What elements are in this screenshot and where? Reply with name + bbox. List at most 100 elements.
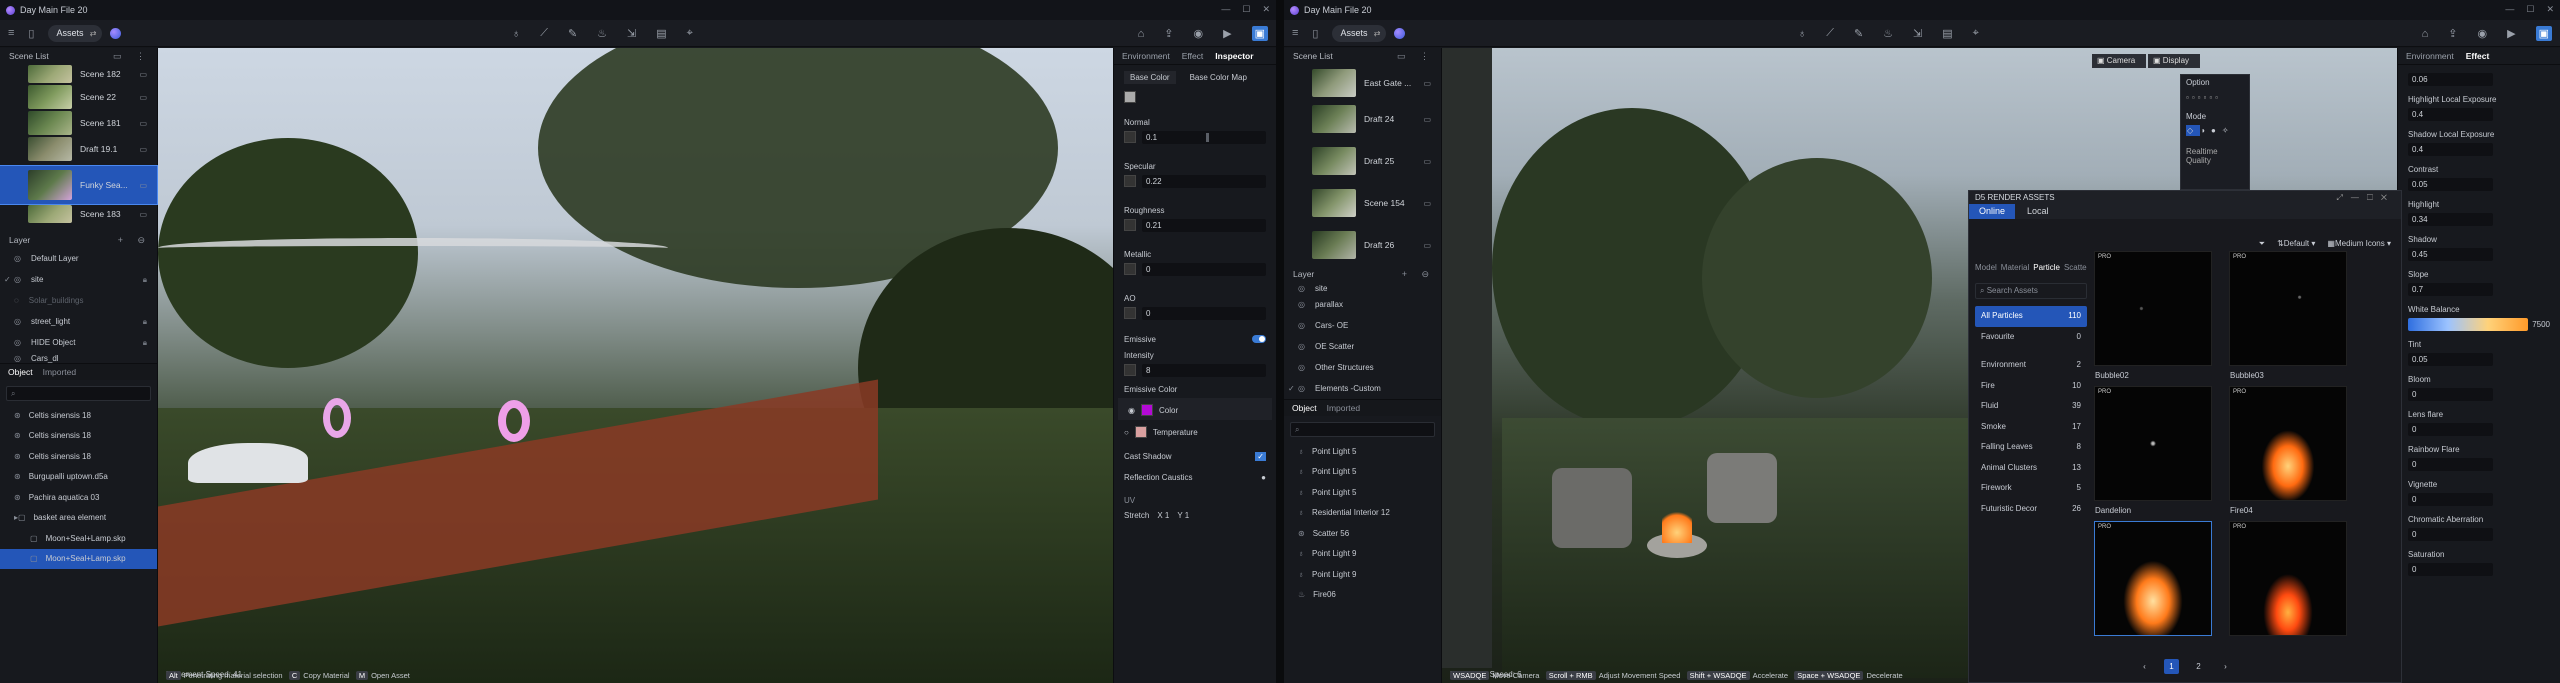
specular-map-slot[interactable] (1124, 175, 1136, 187)
light-icon[interactable]: ♁ (1798, 28, 1806, 40)
layer-item[interactable]: ◎ Default Layer (0, 248, 157, 269)
radio-temp-icon[interactable]: ○ (1124, 428, 1129, 437)
tab-effect[interactable]: Effect (1182, 51, 1204, 61)
eye-icon[interactable]: ◎ (14, 317, 21, 326)
normal-map-slot[interactable] (1124, 131, 1136, 143)
subtab-scatter[interactable]: Scatte (2064, 263, 2087, 272)
radio-color-icon[interactable]: ◉ (1128, 406, 1135, 415)
base-color-tab[interactable]: Base Color (1124, 70, 1176, 84)
emissive-toggle[interactable] (1252, 335, 1266, 343)
effect-value-field[interactable]: 0.7 (2408, 282, 2494, 296)
category-item[interactable]: Firework 5 (1975, 478, 2087, 499)
emissive-color-swatch[interactable] (1140, 404, 1153, 416)
effect-value-field[interactable]: 0 (2408, 387, 2494, 401)
page-2[interactable]: 2 (2191, 659, 2206, 674)
layer-item[interactable]: ◎ street_light 🔒︎ (0, 311, 157, 332)
asset-card[interactable]: PRO Fire04 (2229, 386, 2347, 515)
cast-shadow-checkbox[interactable]: ✓ (1255, 452, 1266, 461)
category-item[interactable]: Environment 2 (1975, 355, 2087, 376)
close-icon[interactable]: ✕ (1262, 4, 1270, 15)
light-icon[interactable]: ♁ (512, 28, 520, 40)
tab-local[interactable]: Local (2015, 204, 2061, 219)
minimize-icon[interactable]: — (1221, 4, 1230, 15)
intensity-field[interactable]: 8 (1142, 363, 1266, 377)
effect-value-field[interactable]: 0.4 (2408, 107, 2494, 121)
asset-card[interactable]: PRO (2229, 521, 2347, 636)
minimize-icon[interactable]: — (2505, 4, 2514, 15)
category-item[interactable]: Animal Clusters 13 (1975, 458, 2087, 479)
scene-item-selected[interactable]: Funky Sea... ▭ (0, 165, 158, 205)
layer-item[interactable]: ◎ parallax (1284, 294, 1441, 315)
subtab-material[interactable]: Material (2001, 263, 2029, 272)
lock-icon[interactable]: 🔒︎ (143, 338, 147, 348)
camera-icon[interactable]: ◉ (1194, 27, 1204, 40)
file-icon[interactable]: ▯ (1312, 27, 1318, 40)
3d-viewport[interactable]: Movement Speed: 41 (158, 48, 1113, 683)
base-color-map-tab[interactable]: Base Color Map (1190, 73, 1247, 82)
list-item[interactable]: ♁ Point Light 9 (1284, 564, 1441, 585)
roughness-map-slot[interactable] (1124, 219, 1136, 231)
category-item[interactable]: Fire 10 (1975, 376, 2087, 397)
view-dropdown[interactable]: ▦Medium Icons ▾ (2327, 239, 2391, 249)
layer-item[interactable]: ✓ ◎ Elements -Custom (1284, 378, 1441, 399)
export-icon[interactable]: ⇪ (2448, 27, 2457, 40)
metallic-field[interactable]: 0 (1142, 262, 1266, 276)
color-option[interactable]: Color (1159, 406, 1178, 415)
sort-dropdown[interactable]: ⇅Default ▾ (2277, 239, 2315, 249)
tab-object[interactable]: Object (1292, 403, 1317, 413)
video-icon[interactable]: ▶ (1223, 27, 1231, 40)
lock-icon[interactable]: 🔒︎ (143, 317, 147, 327)
store-icon[interactable]: ⌂ (2422, 28, 2429, 40)
effect-value-field[interactable]: 0 (2408, 492, 2494, 506)
panel-icon[interactable]: ▤ (656, 27, 666, 40)
effect-value-field[interactable]: 0.05 (2408, 352, 2494, 366)
ai-orb-icon[interactable] (109, 27, 121, 39)
list-item[interactable]: ⊛ Celtis sinensis 18 (0, 426, 157, 447)
brush-icon[interactable]: ✎ (568, 27, 577, 40)
subtab-model[interactable]: Model (1975, 263, 1997, 272)
category-item[interactable]: Futuristic Decor 26 (1975, 499, 2087, 520)
base-color-swatch[interactable] (1124, 91, 1136, 103)
category-item[interactable]: Favourite 0 (1975, 327, 2087, 348)
list-item[interactable]: ▸▢ basket area element (0, 508, 157, 529)
list-item[interactable]: ♁ Point Light 5 (1284, 482, 1441, 503)
page-1[interactable]: 1 (2164, 659, 2179, 674)
fire-icon[interactable]: ♨ (597, 27, 607, 40)
scene-item[interactable]: Scene 22 ▭ (0, 84, 157, 110)
ai-orb-icon[interactable] (1393, 27, 1405, 39)
tab-online[interactable]: Online (1969, 204, 2016, 219)
option-icons[interactable]: ▫▫▫▫▫▫ (2186, 93, 2244, 102)
tab-effect[interactable]: Effect (2466, 51, 2490, 61)
lock-icon[interactable]: 🔒︎ (143, 275, 147, 285)
normal-field[interactable]: 0.1 (1142, 130, 1266, 144)
effect-value-field[interactable]: 0.4 (2408, 142, 2494, 156)
list-item[interactable]: ♁ Point Light 5 (1284, 441, 1441, 462)
eye-icon[interactable]: ◎ (14, 338, 21, 347)
assets-button[interactable]: Assets (1332, 24, 1386, 42)
asset-card[interactable]: PRO Dandelion (2094, 386, 2212, 515)
scene-item[interactable]: Scene 182 ▭ (0, 64, 157, 84)
menu-icon[interactable]: ≡ (8, 27, 14, 39)
tab-environment[interactable]: Environment (2406, 51, 2454, 61)
maximize-icon[interactable]: ☐ (1242, 4, 1250, 15)
object-search-input[interactable]: ⌕ (6, 386, 151, 401)
video-icon[interactable]: ▶ (2507, 27, 2515, 40)
subtab-particle[interactable]: Particle (2033, 263, 2060, 272)
import-icon[interactable]: ⇲ (627, 27, 636, 40)
category-item[interactable]: Fluid 39 (1975, 396, 2087, 417)
eye-icon[interactable]: ◎ (14, 254, 21, 263)
list-item[interactable]: ⊛ Celtis sinensis 18 (0, 405, 157, 426)
uv-section[interactable]: UV (1124, 496, 1135, 505)
path-icon[interactable]: ⟋ (540, 27, 548, 40)
effect-value-field[interactable]: 0 (2408, 422, 2494, 436)
list-item[interactable]: ⊛ Burgupalli uptown.d5a (0, 467, 157, 488)
camera-icon[interactable]: ◉ (2478, 27, 2488, 40)
file-icon[interactable]: ▯ (28, 27, 34, 40)
scene-item[interactable]: Scene 183 ▭ (0, 204, 157, 224)
asset-search-input[interactable]: ⌕ Search Assets (1975, 283, 2087, 299)
layer-item[interactable]: ◎ OE Scatter (1284, 336, 1441, 357)
effect-value-field[interactable]: 0.05 (2408, 177, 2494, 191)
assets-button[interactable]: Assets (48, 24, 102, 42)
effect-value-field[interactable]: 0.34 (2408, 212, 2494, 226)
path-icon[interactable]: ⟋ (1826, 27, 1834, 40)
